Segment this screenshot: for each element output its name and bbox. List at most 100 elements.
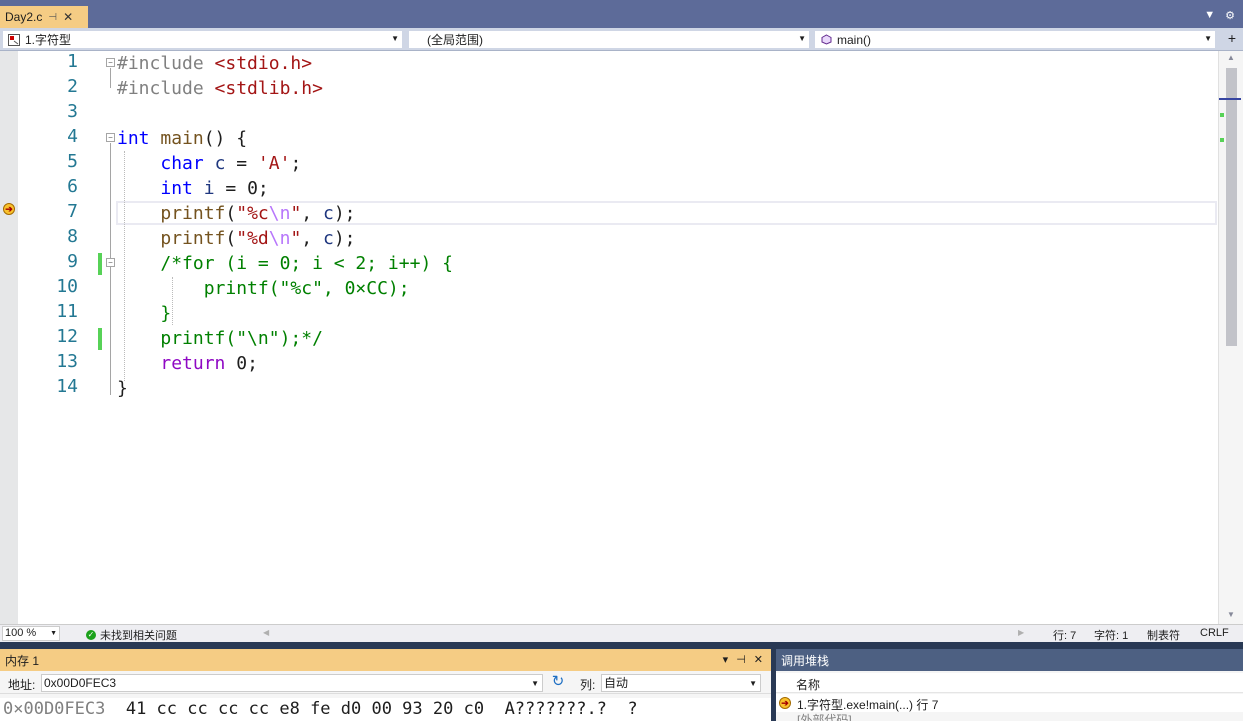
close-icon[interactable]: ✕	[63, 10, 73, 24]
memory-row-ascii: A???????.? ?	[504, 699, 638, 719]
punctuation: = 0;	[214, 178, 269, 199]
operator: =	[225, 153, 258, 174]
char-literal: 'A'	[257, 153, 291, 174]
indicator-margin[interactable]	[0, 51, 18, 624]
punctuation: }	[117, 378, 128, 399]
call-stack-header: 调用堆栈	[776, 649, 1243, 671]
function-name: printf	[160, 228, 226, 249]
caret-position-marker	[1219, 98, 1241, 100]
scroll-up-icon[interactable]: ▲	[1227, 53, 1235, 62]
member-dropdown[interactable]: main() ▼	[814, 30, 1216, 49]
function-name: main	[160, 128, 204, 149]
line-indicator[interactable]: 行: 7	[1053, 627, 1076, 643]
memory-window: 内存 1 ▾ ⊣ ✕ 地址: 0x00D0FEC3 ▼ ↻ 列: 自动 ▼ 0×…	[0, 649, 771, 721]
memory-row-address: 0×00D0FEC3	[3, 699, 106, 719]
string-literal: "%d	[236, 228, 269, 249]
string-literal: "	[290, 228, 302, 249]
punctuation: );	[333, 228, 356, 249]
keyword: char	[160, 153, 204, 174]
issues-text: 未找到相关问题	[100, 630, 177, 642]
line-number: 3	[67, 101, 78, 122]
gear-icon[interactable]: ⚙	[1225, 9, 1235, 22]
scroll-left-icon[interactable]: ◀	[263, 628, 269, 637]
punctuation: ;	[290, 153, 302, 174]
vertical-scrollbar[interactable]: ▲ ▼	[1218, 51, 1243, 624]
keyword: return	[160, 353, 226, 374]
chevron-down-icon: ▼	[749, 679, 757, 688]
window-controls: ▾ ⊣ ✕	[723, 653, 763, 666]
memory-window-header: 内存 1 ▾ ⊣ ✕	[0, 649, 771, 671]
line-number: 2	[67, 76, 78, 97]
method-icon	[819, 33, 833, 47]
issues-indicator[interactable]: ✓ 未找到相关问题	[86, 627, 177, 643]
pin-icon[interactable]: ⊣	[48, 12, 57, 23]
line-number: 12	[56, 326, 78, 347]
code-line-11: }	[117, 301, 171, 326]
preprocessor-directive: #include	[117, 78, 204, 99]
punctuation: ,	[301, 203, 323, 224]
line-ending-indicator[interactable]: CRLF	[1200, 627, 1229, 639]
string-literal: "	[290, 203, 302, 224]
scope-dropdown[interactable]: (全局范围) ▼	[408, 30, 810, 49]
line-number: 7	[67, 201, 78, 222]
close-icon[interactable]: ✕	[754, 653, 763, 666]
code-line-4: int main() {	[117, 126, 247, 151]
current-statement-arrow-icon: ➔	[3, 203, 15, 215]
comment: }	[160, 303, 172, 324]
member-name: main()	[837, 32, 872, 47]
keyword: int	[117, 128, 150, 149]
columns-dropdown[interactable]: 自动 ▼	[601, 674, 761, 692]
code-line-1: #include <stdio.h>	[117, 51, 312, 76]
tab-title: Day2.c	[5, 10, 43, 24]
document-tab[interactable]: Day2.c ⊣ ✕	[0, 6, 88, 28]
code-line-5: char c = 'A';	[117, 151, 301, 176]
preprocessor-directive: #include	[117, 53, 204, 74]
code-line-8: printf("%d\n", c);	[117, 226, 356, 251]
code-line-14: }	[117, 376, 128, 401]
collapse-icon[interactable]: −	[106, 58, 115, 67]
punctuation: 0;	[225, 353, 258, 374]
code-line-9: /*for (i = 0; i < 2; i++) {	[117, 251, 453, 276]
tab-list-dropdown-icon[interactable]: ▼	[1204, 9, 1215, 22]
variable: c	[322, 203, 334, 224]
variable: c	[214, 153, 226, 174]
memory-row[interactable]: 0×00D0FEC3 41 cc cc cc cc e8 fe d0 00 93…	[0, 698, 771, 721]
external-code-frame[interactable]: [外部代码]	[797, 711, 852, 721]
scrollbar-thumb[interactable]	[1226, 68, 1237, 346]
code-line-7: printf("%c\n", c);	[117, 201, 355, 226]
collapse-icon[interactable]: −	[106, 258, 115, 267]
chevron-down-icon: ▼	[1204, 34, 1212, 43]
scroll-right-icon[interactable]: ▶	[1018, 628, 1024, 637]
refresh-icon[interactable]: ↻	[550, 674, 566, 691]
pin-icon[interactable]: ⊣	[736, 653, 746, 666]
punctuation: (	[225, 228, 237, 249]
memory-window-title: 内存 1	[5, 653, 40, 668]
address-input[interactable]: 0x00D0FEC3 ▼	[41, 674, 543, 692]
outline-line	[110, 143, 111, 395]
line-number: 5	[67, 151, 78, 172]
project-dropdown[interactable]: 1.字符型 ▼	[2, 30, 403, 49]
split-window-icon[interactable]: +	[1228, 30, 1236, 46]
variable: i	[203, 178, 215, 199]
call-stack-frame[interactable]: ➔ 1.字符型.exe!main(...) 行 7	[776, 694, 1243, 712]
scroll-down-icon[interactable]: ▼	[1227, 610, 1235, 619]
escape-sequence: \n	[268, 203, 291, 224]
line-number: 9	[67, 251, 78, 272]
code-line-13: return 0;	[117, 351, 258, 376]
chevron-down-icon: ▼	[391, 34, 399, 43]
string-literal: "%c	[236, 203, 269, 224]
window-menu-icon[interactable]: ▾	[723, 653, 729, 666]
line-number: 14	[56, 376, 78, 397]
code-line-6: int i = 0;	[117, 176, 269, 201]
change-marker	[98, 328, 102, 350]
collapse-icon[interactable]: −	[106, 133, 115, 142]
memory-row-bytes: 41 cc cc cc cc e8 fe d0 00 93 20 c0	[125, 699, 485, 719]
tabs-indicator[interactable]: 制表符	[1147, 627, 1180, 643]
name-column-header[interactable]: 名称	[796, 676, 820, 693]
zoom-dropdown[interactable]: 100 % ▼	[2, 626, 60, 641]
columns-label: 列:	[580, 678, 596, 692]
char-indicator[interactable]: 字符: 1	[1094, 627, 1128, 643]
code-editor[interactable]: ➔ 1 2 3 4 5 6 7 8 9 10 11 12 13 14 − − −…	[0, 51, 1243, 624]
check-circle-icon: ✓	[86, 630, 96, 640]
navigation-bar: 1.字符型 ▼ (全局范围) ▼ main() ▼ +	[0, 28, 1243, 51]
